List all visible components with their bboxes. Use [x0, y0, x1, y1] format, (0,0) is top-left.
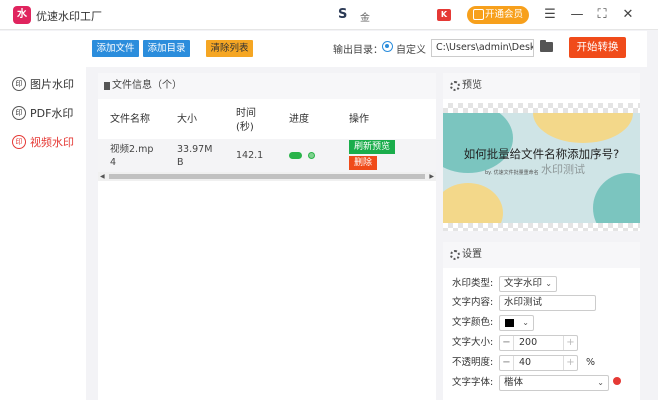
- text-size-stepper[interactable]: − 200 +: [499, 335, 578, 351]
- sidebar-item-video-watermark[interactable]: 印 视频水印: [12, 133, 74, 151]
- opacity-unit: %: [586, 357, 596, 368]
- opacity-label: 不透明度:: [452, 357, 494, 368]
- delete-button[interactable]: 删除: [349, 156, 377, 170]
- opacity-stepper[interactable]: − 40 +: [499, 355, 578, 371]
- watermark-icon: 印: [12, 77, 26, 91]
- progress-bar: [289, 152, 302, 159]
- gear-icon: [450, 81, 460, 91]
- custom-dir-radio[interactable]: [382, 41, 393, 52]
- chevron-down-icon: ⌄: [597, 378, 604, 387]
- gear-icon: [450, 250, 460, 260]
- scroll-left-icon[interactable]: ◀: [100, 172, 105, 181]
- text-color-picker[interactable]: ⌄: [499, 315, 534, 331]
- start-convert-button[interactable]: 开始转换: [569, 37, 626, 58]
- sidebar-item-image-watermark[interactable]: 印 图片水印: [12, 75, 74, 93]
- font-value: 楷体: [504, 377, 524, 388]
- font-select[interactable]: 楷体 ⌄: [499, 375, 609, 391]
- file-panel-title: 文件信息（个）: [112, 80, 182, 91]
- vertical-scrollbar[interactable]: [647, 31, 658, 400]
- increase-button[interactable]: +: [563, 336, 577, 350]
- preview-image-title: 如何批量给文件名称添加序号?: [463, 147, 620, 161]
- add-file-button[interactable]: 添加文件: [92, 40, 139, 57]
- decrease-button[interactable]: −: [500, 356, 514, 370]
- decrease-button[interactable]: −: [500, 336, 514, 350]
- output-dir-label: 输出目录：: [333, 45, 383, 56]
- title-bar: 水 优速水印工厂 S 金 K 开通会员 ☰ — ⛶ ✕: [0, 0, 658, 30]
- opacity-value[interactable]: 40: [519, 356, 531, 370]
- sidebar-item-label: 图片水印: [30, 78, 74, 91]
- chevron-down-icon: ⌄: [522, 318, 529, 327]
- text-content-input[interactable]: 水印测试: [499, 295, 596, 311]
- file-size: 33.97M: [177, 144, 213, 155]
- maximize-icon[interactable]: ⛶: [595, 6, 609, 24]
- warning-icon: [613, 377, 621, 385]
- scroll-thumb[interactable]: [109, 174, 425, 179]
- color-swatch: [505, 319, 514, 327]
- toolbar: 添加文件 添加目录 清除列表 输出目录： 自定义 C:\Users\admin\…: [86, 31, 658, 67]
- file-duration: 142.1: [236, 150, 264, 161]
- progress-indicator: [308, 152, 315, 159]
- app-logo-icon: 水: [13, 6, 31, 24]
- preview-watermark: 水印测试: [541, 163, 585, 176]
- folder-icon[interactable]: [540, 40, 553, 52]
- chevron-down-icon: ⌄: [545, 279, 552, 288]
- vip-icon: [473, 9, 484, 20]
- watermark-icon: 印: [12, 106, 26, 120]
- column-progress: 进度: [289, 114, 309, 125]
- file-info-panel: 文件信息（个） 文件名称 大小 时间 (秒) 进度 操作 视频2.mp 4 33…: [98, 73, 436, 400]
- watermark-type-select[interactable]: 文字水印 ⌄: [499, 276, 557, 292]
- clear-list-button[interactable]: 清除列表: [206, 40, 253, 57]
- font-label: 文字字体:: [452, 377, 494, 388]
- file-panel-header: 文件信息（个）: [98, 73, 436, 99]
- vip-label: 开通会员: [485, 9, 524, 20]
- file-name: 视频2.mp: [110, 144, 154, 155]
- preview-header: 预览: [443, 73, 640, 99]
- sidebar-item-pdf-watermark[interactable]: 印 PDF水印: [12, 104, 73, 122]
- custom-dir-label[interactable]: 自定义: [396, 41, 426, 56]
- preview-image-subtitle: by. 优速文件批量重命名: [485, 170, 539, 176]
- preview-panel: 预览 如何批量给文件名称添加序号? by. 优速文件批量重命名 水印测试: [443, 73, 640, 231]
- text-color-label: 文字颜色:: [452, 317, 494, 328]
- watermark-type-value: 文字水印: [504, 278, 543, 289]
- column-size: 大小: [177, 114, 197, 125]
- sidebar: 印 图片水印 印 PDF水印 印 视频水印: [0, 31, 86, 400]
- user-logo-icon[interactable]: S: [338, 8, 354, 22]
- horizontal-scrollbar[interactable]: ◀ ▶: [98, 172, 436, 181]
- increase-button[interactable]: +: [563, 356, 577, 370]
- column-action: 操作: [349, 114, 369, 125]
- sidebar-item-label: 视频水印: [30, 136, 74, 149]
- file-size-cont: B: [177, 157, 184, 168]
- settings-title: 设置: [462, 249, 482, 260]
- preview-title: 预览: [462, 80, 482, 91]
- film-strip-bottom: [443, 223, 640, 231]
- watermark-icon: 印: [12, 135, 26, 149]
- output-path-input[interactable]: C:\Users\admin\Desktop: [431, 39, 534, 57]
- column-time: 时间: [236, 108, 256, 119]
- text-size-value[interactable]: 200: [519, 336, 537, 350]
- close-icon[interactable]: ✕: [621, 6, 635, 24]
- film-strip-top: [443, 103, 640, 113]
- refresh-preview-button[interactable]: 刷新预览: [349, 140, 395, 154]
- minimize-icon[interactable]: —: [570, 6, 584, 24]
- file-icon: [104, 82, 110, 90]
- sidebar-item-label: PDF水印: [30, 107, 74, 120]
- scroll-right-icon[interactable]: ▶: [429, 172, 434, 181]
- watermark-type-label: 水印类型:: [452, 278, 494, 289]
- level-badge: K: [437, 9, 451, 21]
- settings-panel: 设置 水印类型: 文字水印 ⌄ 文字内容: 水印测试 文字颜色: ⌄ 文字大小:…: [443, 242, 640, 400]
- vip-button[interactable]: 开通会员: [467, 6, 529, 24]
- column-time-unit: (秒): [236, 122, 254, 133]
- column-name: 文件名称: [110, 114, 150, 125]
- settings-header: 设置: [443, 242, 640, 268]
- add-directory-button[interactable]: 添加目录: [143, 40, 190, 57]
- app-title: 优速水印工厂: [36, 10, 102, 23]
- preview-image: 如何批量给文件名称添加序号? by. 优速文件批量重命名 水印测试: [443, 113, 640, 223]
- menu-icon[interactable]: ☰: [543, 6, 557, 24]
- file-name-cont: 4: [110, 157, 117, 168]
- user-name[interactable]: 金: [360, 9, 370, 24]
- text-size-label: 文字大小:: [452, 337, 494, 348]
- text-content-label: 文字内容:: [452, 297, 494, 308]
- table-header: 文件名称 大小 时间 (秒) 进度 操作: [98, 103, 436, 139]
